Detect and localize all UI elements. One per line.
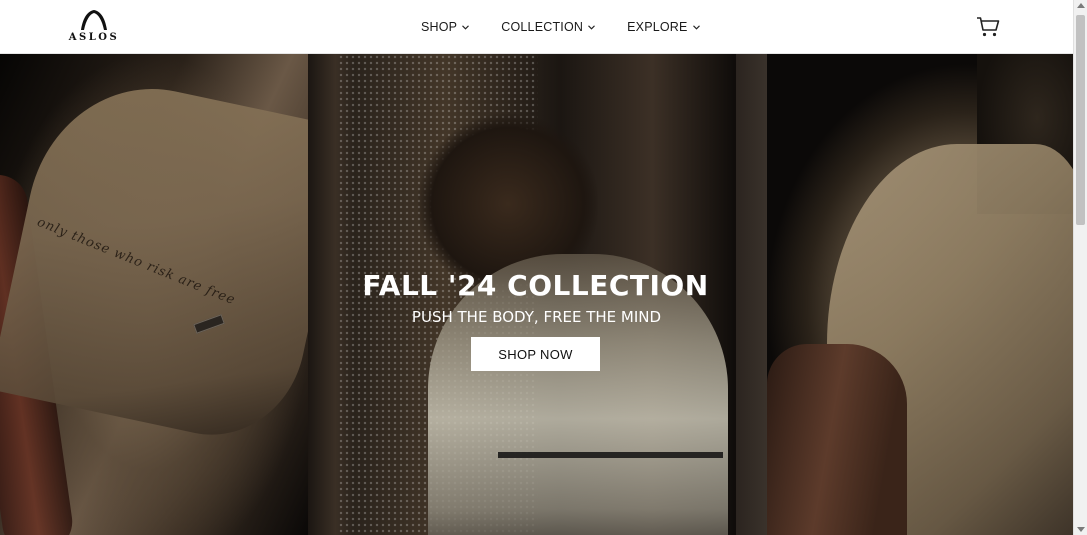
logo-arch-icon — [81, 10, 107, 30]
cart-button[interactable] — [976, 16, 1000, 38]
scroll-up-icon[interactable] — [1077, 3, 1085, 8]
hero-title: FALL '24 COLLECTION — [362, 269, 709, 302]
scroll-thumb[interactable] — [1076, 15, 1085, 225]
nav-shop[interactable]: SHOP — [421, 20, 470, 34]
chevron-down-icon — [462, 24, 470, 30]
nav-collection[interactable]: COLLECTION — [501, 20, 596, 34]
logo-wordmark: ASLOS — [68, 32, 120, 43]
nav-explore-label: EXPLORE — [627, 20, 688, 34]
nav-explore[interactable]: EXPLORE — [627, 20, 700, 34]
chevron-down-icon — [692, 24, 700, 30]
nav-shop-label: SHOP — [421, 20, 458, 34]
page-scrollbar[interactable] — [1073, 0, 1087, 535]
hero-content: FALL '24 COLLECTION PUSH THE BODY, FREE … — [0, 268, 1073, 371]
shop-now-button[interactable]: SHOP NOW — [471, 337, 600, 371]
hero-banner: only those who risk are free FALL '24 CO… — [0, 54, 1073, 535]
hero-subtitle: PUSH THE BODY, FREE THE MIND — [411, 308, 662, 326]
site-header: ASLOS SHOP COLLECTION EXPLORE — [0, 0, 1073, 54]
cart-icon — [977, 17, 1000, 37]
scroll-down-icon[interactable] — [1077, 527, 1085, 532]
nav-collection-label: COLLECTION — [501, 20, 584, 34]
brand-logo[interactable]: ASLOS — [68, 9, 120, 45]
main-nav: SHOP COLLECTION EXPLORE — [421, 0, 700, 54]
chevron-down-icon — [588, 24, 596, 30]
